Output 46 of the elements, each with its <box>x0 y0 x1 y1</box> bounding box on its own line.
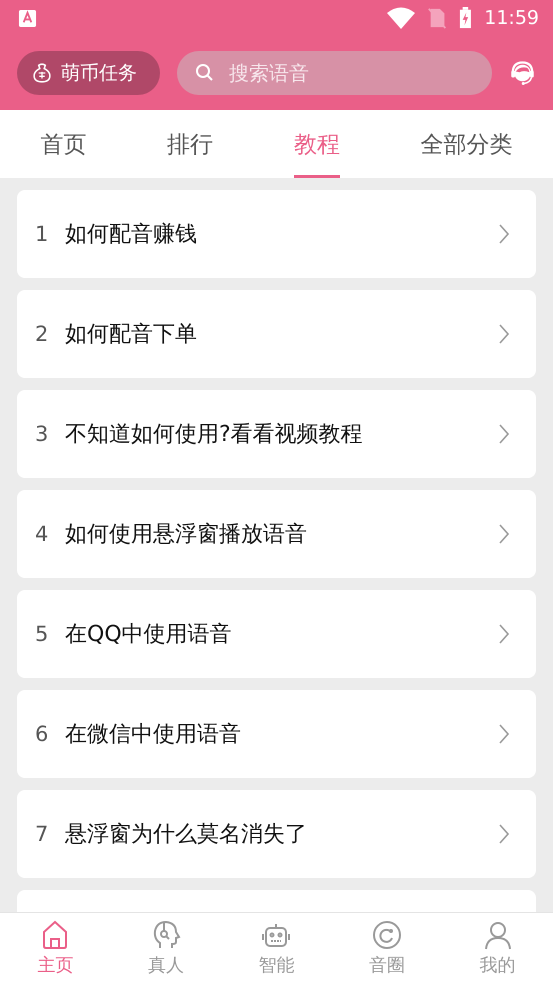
nav-label: 我的 <box>480 954 516 977</box>
item-number: 1 <box>35 222 50 246</box>
item-title: 在微信中使用语音 <box>65 721 242 749</box>
nav-label: 主页 <box>37 954 74 977</box>
item-title: 悬浮窗为什么莫名消失了 <box>65 821 308 849</box>
tutorial-item[interactable]: 5 在QQ中使用语音 <box>17 590 536 678</box>
item-title: 如何配音下单 <box>65 321 198 349</box>
status-time: 11:59 <box>484 7 539 29</box>
tutorial-item[interactable]: 7 悬浮窗为什么莫名消失了 <box>17 790 536 878</box>
tutorial-item[interactable]: 1 如何配音赚钱 <box>17 190 536 278</box>
tutorial-item[interactable]: 6 在微信中使用语音 <box>17 690 536 778</box>
chevron-right-icon <box>498 323 510 345</box>
item-number: 6 <box>35 722 50 746</box>
no-sim-icon <box>427 7 448 29</box>
tab[interactable]: 全部分类 <box>420 110 513 178</box>
nav-label: 音圈 <box>369 954 406 977</box>
tutorial-item[interactable]: 3 不知道如何使用?看看视频教程 <box>17 390 536 478</box>
coin-task-button[interactable]: 萌币任务 <box>17 51 160 95</box>
nav-label: 智能 <box>258 954 294 977</box>
item-title: 如何使用悬浮窗播放语音 <box>65 521 308 549</box>
item-number: 4 <box>35 522 50 546</box>
chevron-right-icon <box>498 623 510 645</box>
item-title: 在QQ中使用语音 <box>65 621 233 649</box>
circle-icon <box>371 919 404 951</box>
app-notification-icon <box>18 8 37 28</box>
item-number: 5 <box>35 622 50 646</box>
wifi-icon <box>387 7 416 29</box>
tutorial-item[interactable]: 2 如何配音下单 <box>17 290 536 378</box>
item-title: 如何配音赚钱 <box>65 221 198 249</box>
tutorial-item[interactable]: 4 如何使用悬浮窗播放语音 <box>17 490 536 578</box>
tab[interactable]: 排行 <box>167 110 214 178</box>
coin-bag-icon <box>31 62 53 84</box>
search-field[interactable]: 搜索语音 <box>177 51 492 95</box>
chevron-right-icon <box>498 423 510 445</box>
chevron-right-icon <box>498 723 510 745</box>
search-icon <box>195 63 215 83</box>
tab[interactable]: 首页 <box>40 110 86 178</box>
chevron-right-icon <box>498 523 510 545</box>
battery-charging-icon <box>459 7 472 29</box>
item-title: 不知道如何使用?看看视频教程 <box>65 421 364 449</box>
item-number: 7 <box>35 822 50 846</box>
chevron-right-icon <box>498 223 510 245</box>
item-number: 2 <box>35 322 50 346</box>
item-number: 3 <box>35 422 50 446</box>
chevron-right-icon <box>498 823 510 845</box>
nav-label: 真人 <box>148 954 184 977</box>
